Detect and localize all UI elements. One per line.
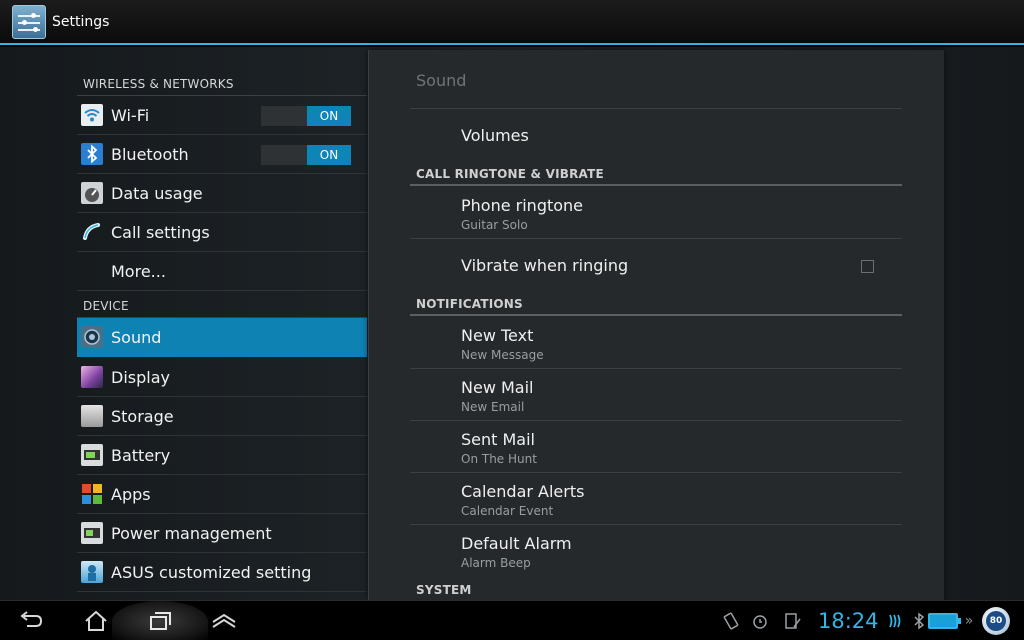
action-bar: Settings xyxy=(0,0,1024,45)
menu-item-call-settings[interactable]: Call settings xyxy=(77,213,367,252)
menu-item-label: Call settings xyxy=(111,222,210,242)
pref-summary: New Message xyxy=(461,348,544,362)
category-system: SYSTEM xyxy=(416,583,472,597)
menu-item-label: More... xyxy=(111,261,166,281)
panel-title: Sound xyxy=(416,71,467,90)
wifi-signal-icon xyxy=(886,611,910,631)
toggle-state: ON xyxy=(307,106,351,126)
battery-icon xyxy=(81,444,103,466)
wifi-icon xyxy=(81,104,103,126)
notification-item-sent-mail[interactable]: Sent Mail On The Hunt xyxy=(410,421,902,473)
bluetooth-status-icon xyxy=(912,611,926,631)
menu-item-bluetooth[interactable]: Bluetooth ON xyxy=(77,135,367,174)
notification-item-new-mail[interactable]: New Mail New Email xyxy=(410,369,902,421)
menu-item-storage[interactable]: Storage xyxy=(77,397,367,436)
volumes-item[interactable]: Volumes xyxy=(410,109,902,163)
menu-item-asus-customized-setting[interactable]: ASUS customized setting xyxy=(77,553,367,592)
clipboard-icon xyxy=(780,611,804,631)
data-usage-icon xyxy=(81,182,103,204)
sound-settings-panel: Sound Volumes CALL RINGTONE & VIBRATE Ph… xyxy=(368,50,944,600)
pref-title: Vibrate when ringing xyxy=(461,256,629,275)
menu-item-battery[interactable]: Battery xyxy=(77,436,367,475)
notification-item-new-text[interactable]: New Text New Message xyxy=(410,316,902,368)
bluetooth-toggle[interactable]: ON xyxy=(261,145,351,165)
menu-item-label: Apps xyxy=(111,484,151,504)
pref-summary: On The Hunt xyxy=(461,452,537,466)
pref-summary: New Email xyxy=(461,400,525,414)
app-title: Settings xyxy=(52,13,110,30)
category-call-ringtone-vibrate: CALL RINGTONE & VIBRATE xyxy=(416,167,604,181)
home-icon xyxy=(85,610,107,631)
settings-headers-list: WIRELESS & NETWORKS Wi-Fi ON Bluetooth O… xyxy=(77,47,367,600)
category-notifications: NOTIFICATIONS xyxy=(416,297,523,311)
apps-icon xyxy=(81,483,103,505)
pref-title: Calendar Alerts xyxy=(461,482,585,501)
menu-item-label: Bluetooth xyxy=(111,144,189,164)
sound-icon xyxy=(81,326,103,348)
asus-setting-icon xyxy=(81,561,103,583)
storage-icon xyxy=(81,405,103,427)
pref-title: Default Alarm xyxy=(461,534,572,553)
phone-ringtone-item[interactable]: Phone ringtone Guitar Solo xyxy=(410,186,902,238)
menu-item-data-usage[interactable]: Data usage xyxy=(77,174,367,213)
toggle-state: ON xyxy=(307,145,351,165)
menu-item-label: Storage xyxy=(111,406,174,426)
home-button[interactable] xyxy=(76,605,116,637)
menu-item-more[interactable]: More... xyxy=(77,252,367,291)
menu-item-display[interactable]: Display xyxy=(77,358,367,397)
pref-title: Volumes xyxy=(461,126,529,145)
menu-item-sound[interactable]: Sound xyxy=(77,318,367,357)
pref-title: Phone ringtone xyxy=(461,196,584,215)
section-header-device: DEVICE xyxy=(83,299,129,313)
menu-button[interactable] xyxy=(204,605,244,637)
bluetooth-icon xyxy=(81,143,103,165)
menu-item-label: Sound xyxy=(111,327,162,347)
pref-summary: Guitar Solo xyxy=(461,218,528,232)
menu-item-label: Power management xyxy=(111,523,272,543)
recent-apps-button[interactable] xyxy=(140,605,180,637)
system-bar: 18:24 » 80 xyxy=(0,600,1024,640)
back-button[interactable] xyxy=(12,605,52,637)
section-header-wireless: WIRELESS & NETWORKS xyxy=(83,77,234,91)
back-icon xyxy=(20,611,43,627)
battery-badge-value: 80 xyxy=(986,611,1006,631)
menu-item-label: Data usage xyxy=(111,183,203,203)
menu-item-wifi[interactable]: Wi-Fi ON xyxy=(77,96,367,135)
menu-item-power-management[interactable]: Power management xyxy=(77,514,367,553)
notification-item-calendar-alerts[interactable]: Calendar Alerts Calendar Event xyxy=(410,473,902,525)
pref-summary: Alarm Beep xyxy=(461,556,531,570)
screen-rotation-icon[interactable] xyxy=(720,611,742,631)
pref-title: New Mail xyxy=(461,378,534,397)
settings-content: WIRELESS & NETWORKS Wi-Fi ON Bluetooth O… xyxy=(0,47,1024,600)
status-clock[interactable]: 18:24 xyxy=(818,609,879,633)
vibrate-when-ringing-item[interactable]: Vibrate when ringing xyxy=(410,239,902,291)
notification-item-default-alarm[interactable]: Default Alarm Alarm Beep xyxy=(410,525,902,577)
menu-item-label: Display xyxy=(111,367,170,387)
battery-status-icon xyxy=(928,613,961,629)
chevron-up-icon xyxy=(212,613,236,628)
recent-apps-icon xyxy=(150,612,171,630)
chevron-right-icon: » xyxy=(964,613,974,629)
display-icon xyxy=(81,366,103,388)
menu-item-label: ASUS customized setting xyxy=(111,562,312,582)
menu-item-apps[interactable]: Apps xyxy=(77,475,367,514)
pref-title: New Text xyxy=(461,326,534,345)
phone-icon xyxy=(81,221,103,243)
vibrate-checkbox[interactable] xyxy=(861,260,874,273)
pref-summary: Calendar Event xyxy=(461,504,554,518)
alarm-clock-icon xyxy=(750,611,770,631)
power-management-icon xyxy=(81,522,103,544)
battery-badge[interactable]: 80 xyxy=(982,607,1010,635)
menu-item-label: Battery xyxy=(111,445,171,465)
menu-item-label: Wi-Fi xyxy=(111,105,150,125)
settings-app-icon[interactable] xyxy=(12,4,46,39)
pref-title: Sent Mail xyxy=(461,430,535,449)
wifi-toggle[interactable]: ON xyxy=(261,106,351,126)
